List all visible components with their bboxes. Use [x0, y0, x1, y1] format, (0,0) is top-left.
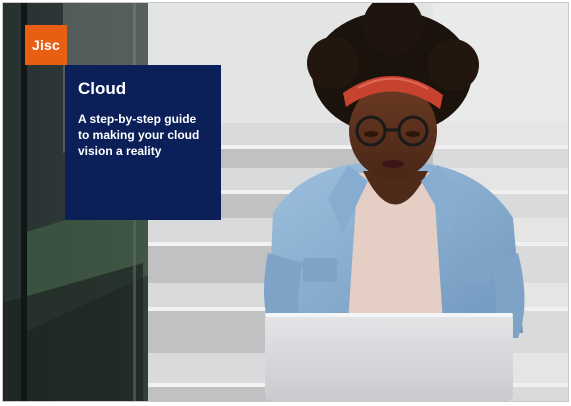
- document-cover: Jisc Cloud A step-by-step guide to makin…: [2, 2, 569, 402]
- jisc-logo: Jisc: [25, 25, 67, 65]
- logo-text: Jisc: [31, 37, 61, 53]
- document-title: Cloud: [78, 79, 127, 98]
- document-subtitle: A step-by-step guide to making your clou…: [78, 112, 200, 158]
- title-panel: Cloud A step-by-step guide to making you…: [65, 65, 221, 220]
